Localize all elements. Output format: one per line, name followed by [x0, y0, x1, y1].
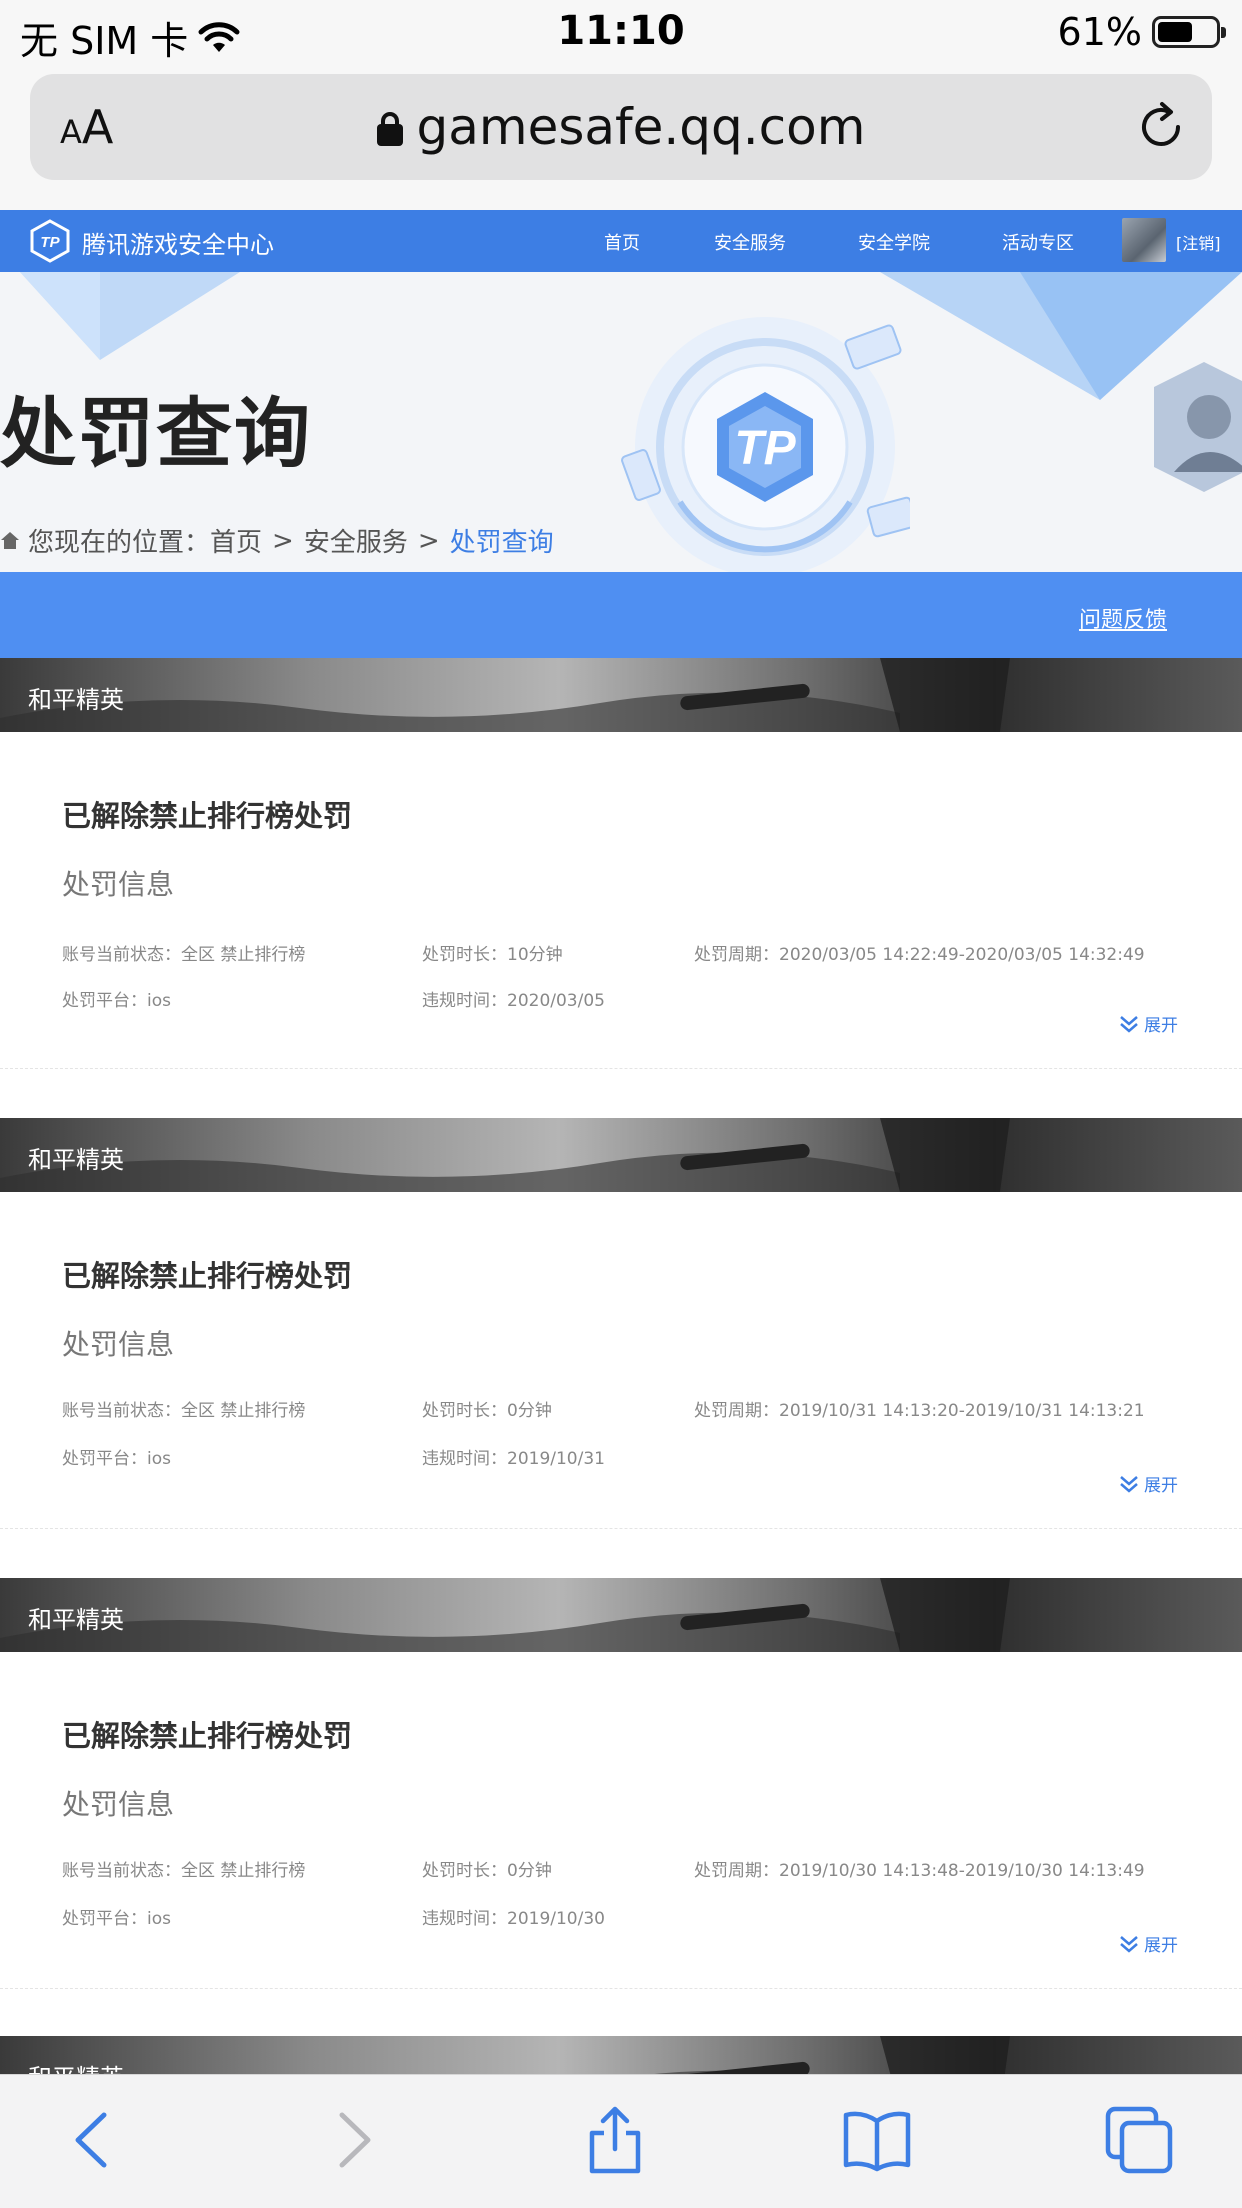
feedback-bar: 问题反馈: [0, 572, 1242, 658]
battery-group: 61%: [1057, 10, 1226, 54]
back-icon[interactable]: [58, 2105, 128, 2175]
site-header: TP 腾讯游戏安全中心 首页 安全服务 安全学院 活动专区 [注销]: [0, 210, 1242, 272]
penalty-duration: 处罚时长：0分钟: [422, 1401, 552, 1421]
game-banner: 和平精英: [0, 1578, 1242, 1652]
record-title: 已解除禁止排行榜处罚: [62, 1259, 353, 1293]
decor-character-image: [1154, 362, 1242, 492]
section-label: 处罚信息: [62, 1788, 175, 1821]
battery-icon: [1152, 16, 1226, 48]
site-name[interactable]: 腾讯游戏安全中心: [82, 225, 274, 260]
safari-top-bar: AA gamesafe.qq.com: [0, 64, 1242, 210]
double-chevron-down-icon: [1120, 1475, 1138, 1493]
svg-text:TP: TP: [40, 234, 60, 251]
feedback-link[interactable]: 问题反馈: [1079, 602, 1167, 634]
record-divider: [0, 1988, 1242, 1989]
game-name: 和平精英: [28, 1146, 124, 1174]
page-title: 处罚查询: [0, 389, 312, 478]
double-chevron-down-icon: [1120, 1015, 1138, 1033]
address-bar[interactable]: AA gamesafe.qq.com: [30, 74, 1212, 180]
breadcrumb: 您现在的位置： 首页 > 安全服务 > 处罚查询: [0, 522, 554, 559]
violation-time: 违规时间：2019/10/30: [422, 1909, 605, 1929]
battery-percent: 61%: [1057, 10, 1142, 54]
expand-button[interactable]: 展开: [1118, 1011, 1178, 1036]
bookmarks-icon[interactable]: [842, 2105, 912, 2175]
breadcrumb-prefix: 您现在的位置：: [28, 528, 211, 558]
account-status: 账号当前状态：全区 禁止排行榜: [62, 1861, 306, 1881]
home-icon: [1, 531, 19, 549]
penalty-record: 和平精英 已解除禁止排行榜处罚 处罚信息 账号当前状态：全区 禁止排行榜 处罚时…: [0, 658, 1242, 1118]
game-banner-image: [0, 1118, 1010, 1192]
account-status: 账号当前状态：全区 禁止排行榜: [62, 1401, 306, 1421]
violation-time: 违规时间：2020/03/05: [422, 991, 605, 1011]
logout-link[interactable]: [注销]: [1176, 230, 1221, 254]
emblem-text: TP: [734, 422, 796, 475]
nav-security-service[interactable]: 安全服务: [714, 229, 786, 255]
status-bar: 无 SIM 卡 11:10 61%: [0, 0, 1242, 64]
game-banner-image: [0, 658, 1010, 732]
penalty-record: 和平精英 已解除禁止排行榜处罚 处罚信息 账号当前状态：全区 禁止排行榜 处罚时…: [0, 1578, 1242, 2038]
safari-toolbar: [0, 2074, 1242, 2208]
penalty-platform: 处罚平台：ios: [62, 991, 171, 1011]
url-field[interactable]: gamesafe.qq.com: [30, 98, 1212, 156]
penalty-period: 处罚周期：2019/10/30 14:13:48-2019/10/30 14:1…: [694, 1861, 1145, 1881]
clock: 11:10: [557, 8, 685, 54]
section-label: 处罚信息: [62, 1328, 175, 1361]
tabs-icon[interactable]: [1104, 2105, 1174, 2175]
record-title: 已解除禁止排行榜处罚: [62, 799, 353, 833]
tp-emblem-icon: TP: [621, 317, 910, 572]
penalty-platform: 处罚平台：ios: [62, 1909, 171, 1929]
avatar[interactable]: [1122, 218, 1166, 262]
game-banner-image: [634, 2036, 1010, 2076]
penalty-period: 处罚周期：2020/03/05 14:22:49-2020/03/05 14:3…: [694, 945, 1145, 965]
expand-button[interactable]: 展开: [1118, 1471, 1178, 1496]
hero-banner: TP 处罚查询 您现在的位置： 首页 > 安全服务 > 处罚查询: [0, 272, 1242, 572]
breadcrumb-separator: >: [417, 525, 440, 556]
nav-security-academy[interactable]: 安全学院: [858, 229, 930, 255]
reload-icon[interactable]: [1134, 100, 1188, 154]
forward-icon[interactable]: [318, 2105, 388, 2175]
tp-logo-icon[interactable]: TP: [30, 219, 70, 263]
penalty-record: 和平精英 已解除禁止排行榜处罚 处罚信息 账号当前状态：全区 禁止排行榜 处罚时…: [0, 1118, 1242, 1578]
penalty-duration: 处罚时长：10分钟: [422, 945, 563, 965]
account-status: 账号当前状态：全区 禁止排行榜: [62, 945, 306, 965]
expand-button[interactable]: 展开: [1118, 1931, 1178, 1956]
breadcrumb-home[interactable]: 首页: [210, 522, 262, 559]
violation-time: 违规时间：2019/10/31: [422, 1449, 605, 1469]
game-banner: 和平精英: [0, 2036, 1242, 2076]
game-banner-image: [0, 1578, 1010, 1652]
breadcrumb-current: 处罚查询: [449, 528, 554, 558]
lock-icon: [376, 112, 403, 146]
game-banner: 和平精英: [0, 658, 1242, 732]
nav-home[interactable]: 首页: [604, 229, 640, 255]
section-label: 处罚信息: [62, 868, 175, 901]
double-chevron-down-icon: [1120, 1935, 1138, 1953]
breadcrumb-security-service[interactable]: 安全服务: [304, 522, 408, 559]
nav-activity-zone[interactable]: 活动专区: [1002, 229, 1074, 255]
penalty-period: 处罚周期：2019/10/31 14:13:20-2019/10/31 14:1…: [694, 1401, 1145, 1421]
record-divider: [0, 1528, 1242, 1529]
penalty-record-partial: 和平精英: [0, 2036, 1242, 2076]
penalty-platform: 处罚平台：ios: [62, 1449, 171, 1469]
penalty-duration: 处罚时长：0分钟: [422, 1861, 552, 1881]
record-title: 已解除禁止排行榜处罚: [62, 1719, 353, 1753]
game-name: 和平精英: [28, 1606, 124, 1634]
url-text: gamesafe.qq.com: [416, 98, 866, 156]
decor-triangle-left: [20, 272, 240, 360]
game-name: 和平精英: [28, 686, 124, 714]
share-icon[interactable]: [580, 2105, 650, 2175]
game-banner: 和平精英: [0, 1118, 1242, 1192]
breadcrumb-separator: >: [272, 525, 294, 556]
record-divider: [0, 1068, 1242, 1069]
